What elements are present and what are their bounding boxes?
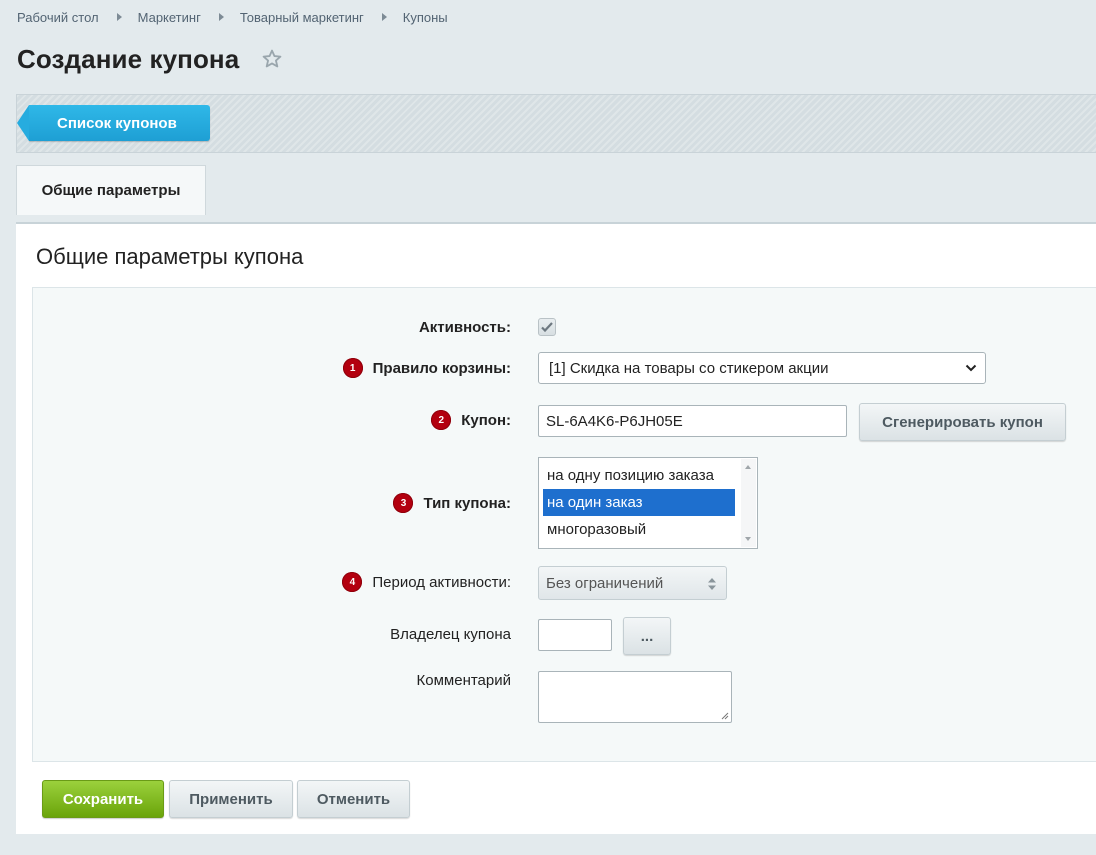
basket-rule-value: [1] Скидка на товары со стикером акции bbox=[549, 359, 829, 377]
badge-icon: 2 bbox=[431, 410, 452, 430]
period-select[interactable]: Без ограничений bbox=[538, 566, 727, 600]
resize-grip-icon[interactable] bbox=[721, 712, 729, 720]
updown-arrows-icon bbox=[708, 578, 716, 590]
page-title-row: Создание купона bbox=[17, 42, 283, 76]
breadcrumb-marketing[interactable]: Маркетинг bbox=[138, 10, 201, 25]
breadcrumb-coupons[interactable]: Купоны bbox=[403, 10, 448, 25]
coupon-type-label-text: Тип купона: bbox=[423, 494, 511, 512]
coupon-type-option-selected[interactable]: на один заказ bbox=[543, 489, 735, 516]
active-label-text: Активность: bbox=[418, 319, 511, 336]
basket-rule-label: 1 Правило корзины: bbox=[342, 358, 511, 378]
apply-button[interactable]: Применить bbox=[169, 780, 293, 818]
period-label: 4 Период активности: bbox=[342, 572, 511, 592]
active-label: Активность: bbox=[419, 319, 511, 336]
coupon-label-text: Купон: bbox=[461, 411, 511, 429]
comment-label-text: Комментарий bbox=[416, 672, 511, 689]
star-icon[interactable] bbox=[261, 48, 283, 70]
badge-icon: 3 bbox=[393, 493, 414, 513]
breadcrumb-separator-icon bbox=[381, 13, 387, 21]
basket-rule-select[interactable]: [1] Скидка на товары со стикером акции bbox=[538, 352, 986, 384]
badge-icon: 4 bbox=[342, 572, 363, 592]
badge-icon: 1 bbox=[342, 358, 363, 378]
breadcrumb-separator-icon bbox=[218, 13, 224, 21]
basket-rule-label-text: Правило корзины: bbox=[372, 359, 511, 377]
coupon-label: 2 Купон: bbox=[431, 410, 511, 430]
owner-label-text: Владелец купона bbox=[390, 626, 511, 643]
breadcrumb-separator-icon bbox=[116, 13, 122, 21]
period-value: Без ограничений bbox=[546, 574, 664, 592]
owner-label: Владелец купона bbox=[390, 626, 511, 643]
scroll-down-icon[interactable] bbox=[745, 537, 751, 541]
toolbar: Список купонов bbox=[16, 94, 1096, 153]
tab-general-params[interactable]: Общие параметры bbox=[16, 165, 206, 215]
cancel-button[interactable]: Отменить bbox=[297, 780, 410, 818]
chevron-down-icon bbox=[965, 364, 977, 372]
coupon-type-option[interactable]: многоразовый bbox=[543, 516, 735, 543]
browse-owner-button[interactable]: ... bbox=[623, 617, 671, 655]
listbox-scrollbar[interactable] bbox=[741, 459, 756, 547]
coupon-input[interactable] bbox=[538, 405, 847, 437]
coupon-type-listbox[interactable]: на одну позицию заказа на один заказ мно… bbox=[538, 457, 758, 549]
breadcrumb-product-marketing[interactable]: Товарный маркетинг bbox=[240, 10, 364, 25]
coupon-form: Активность: 1 Правило корзины: [1] Скидк… bbox=[32, 287, 1096, 762]
comment-label: Комментарий bbox=[417, 672, 511, 689]
active-checkbox[interactable] bbox=[538, 318, 556, 336]
coupon-list-button[interactable]: Список купонов bbox=[17, 105, 210, 141]
breadcrumb: Рабочий стол Маркетинг Товарный маркетин… bbox=[17, 8, 448, 26]
period-label-text: Период активности: bbox=[372, 573, 511, 591]
coupon-type-option[interactable]: на одну позицию заказа bbox=[543, 462, 735, 489]
breadcrumb-desktop[interactable]: Рабочий стол bbox=[17, 10, 99, 25]
owner-input[interactable] bbox=[538, 619, 612, 651]
save-button[interactable]: Сохранить bbox=[42, 780, 164, 818]
checkmark-icon bbox=[541, 322, 553, 333]
comment-textarea[interactable] bbox=[538, 671, 732, 723]
page-title: Создание купона bbox=[17, 43, 240, 74]
section-title: Общие параметры купона bbox=[36, 244, 304, 269]
main-panel: Общие параметры купона Активность: 1 Пра… bbox=[16, 222, 1096, 834]
generate-coupon-button[interactable]: Сгенерировать купон bbox=[859, 403, 1066, 441]
coupon-type-label: 3 Тип купона: bbox=[393, 493, 511, 513]
scroll-up-icon[interactable] bbox=[745, 465, 751, 469]
